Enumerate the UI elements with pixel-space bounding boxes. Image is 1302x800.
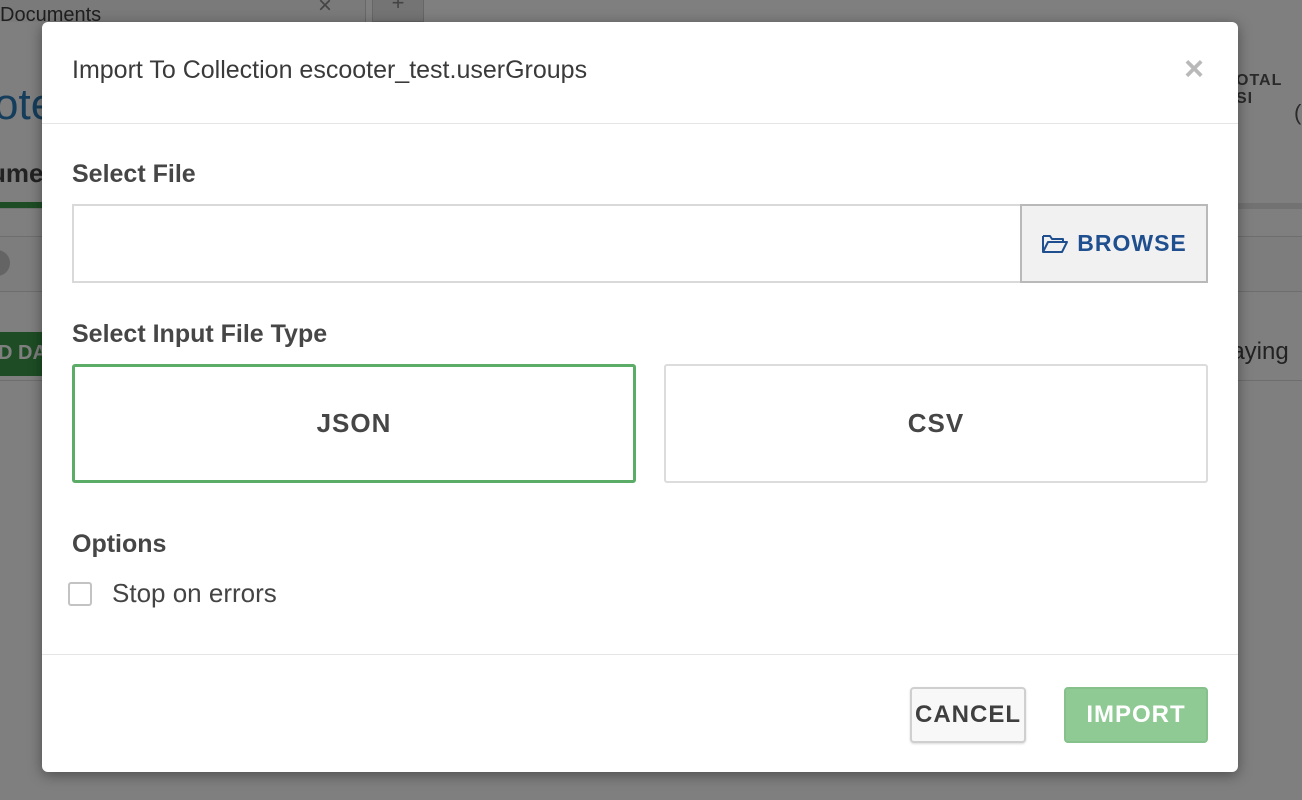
options-label: Options: [72, 530, 167, 558]
import-modal: Import To Collection escooter_test.userG…: [42, 22, 1238, 772]
folder-open-icon: [1041, 233, 1069, 255]
browse-button[interactable]: BROWSE: [1020, 204, 1208, 283]
modal-footer: CANCEL IMPORT: [42, 654, 1238, 772]
cancel-button[interactable]: CANCEL: [910, 687, 1026, 743]
file-path-input[interactable]: [72, 204, 1021, 283]
modal-header: Import To Collection escooter_test.userG…: [42, 22, 1238, 124]
modal-title: Import To Collection escooter_test.userG…: [72, 56, 588, 84]
json-type-button[interactable]: JSON: [72, 364, 636, 483]
stop-on-errors-checkbox[interactable]: [68, 581, 92, 606]
stop-on-errors-option[interactable]: Stop on errors: [68, 578, 277, 609]
browse-label: BROWSE: [1077, 230, 1187, 256]
stop-on-errors-label: Stop on errors: [112, 578, 277, 608]
select-file-label: Select File: [72, 160, 196, 188]
import-button[interactable]: IMPORT: [1064, 687, 1208, 743]
close-icon[interactable]: ×: [1180, 52, 1208, 86]
csv-type-button[interactable]: CSV: [664, 364, 1208, 483]
file-type-label: Select Input File Type: [72, 320, 328, 348]
